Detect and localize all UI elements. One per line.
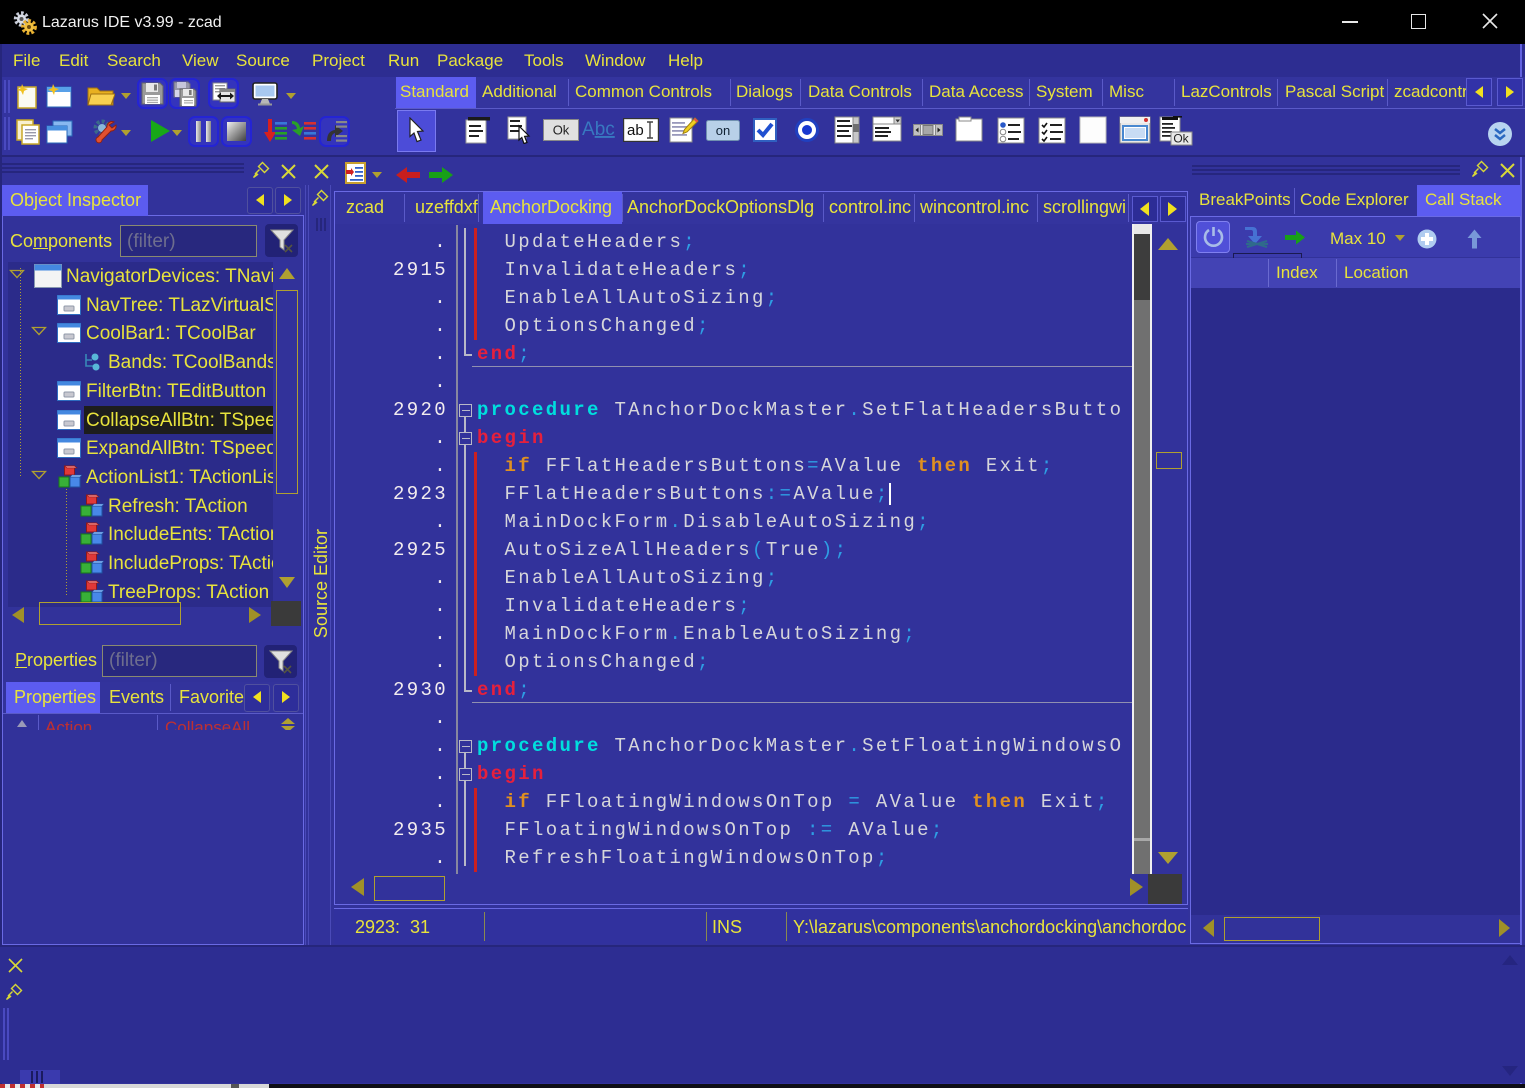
svg-text:Ok: Ok — [1173, 132, 1189, 146]
svg-text:on: on — [716, 123, 730, 138]
svg-text:ab: ab — [627, 122, 644, 139]
svg-text:Ok: Ok — [553, 123, 570, 138]
svg-text:Abc: Abc — [582, 119, 615, 140]
